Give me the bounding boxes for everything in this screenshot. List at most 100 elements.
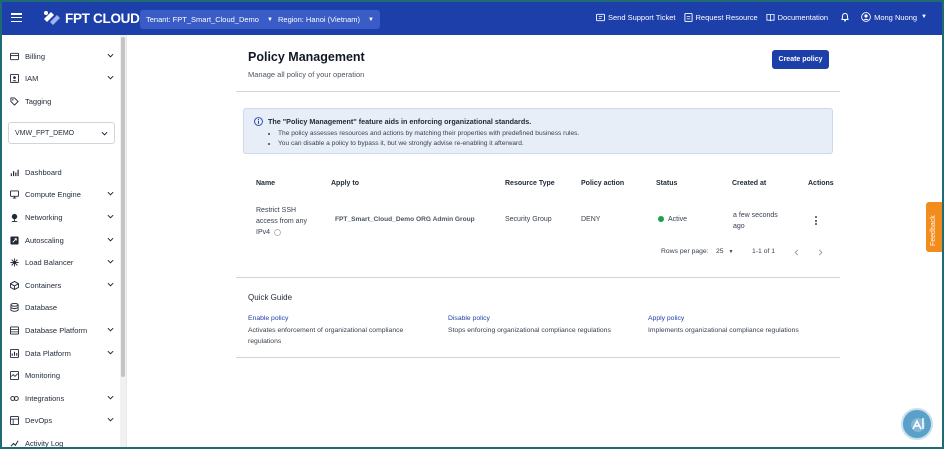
sidebar-item-label: Autoscaling	[25, 235, 64, 245]
status-text: Active	[668, 216, 688, 223]
sidebar-item-activity-log[interactable]: Activity Log	[10, 436, 114, 448]
menu-icon[interactable]	[11, 13, 22, 23]
apply-policy-desc: Implements organizational compliance reg…	[648, 327, 799, 334]
ticket-icon	[595, 13, 605, 21]
user-name: Mong Nuong	[874, 12, 918, 22]
info-title: The "Policy Management" feature aids in …	[268, 117, 532, 126]
integrations-icon	[10, 395, 19, 401]
info-bullet: You can disable a policy to bypass it, b…	[278, 139, 579, 149]
sidebar-item-label: Data Platform	[25, 348, 71, 358]
sidebar-item-networking[interactable]: Networking	[10, 210, 114, 224]
sidebar-item-label: Dashboard	[25, 167, 62, 177]
column-header-resource-type: Resource Type	[505, 180, 555, 187]
ai-assistant-icon	[911, 418, 925, 432]
sidebar-item-containers[interactable]: Containers	[10, 278, 114, 292]
sidebar-scrollbar[interactable]	[120, 35, 126, 447]
column-header-created-at: Created at	[732, 180, 767, 187]
autoscaling-icon	[10, 235, 19, 245]
compute-icon	[10, 189, 19, 199]
chevron-down-icon	[107, 259, 114, 264]
chevron-down-icon	[107, 327, 114, 332]
divider	[236, 91, 840, 92]
column-header-policy-action: Policy action	[581, 180, 625, 187]
database-icon	[10, 302, 19, 312]
chevron-down-icon	[107, 75, 114, 80]
load-balancer-icon	[10, 257, 19, 267]
more-actions-icon[interactable]	[814, 216, 818, 227]
sidebar-item-label: Tagging	[25, 96, 52, 106]
sidebar-item-billing[interactable]: Billing	[10, 49, 114, 63]
sidebar-item-iam[interactable]: IAM	[10, 71, 114, 85]
policy-action-cell: DENY	[581, 216, 601, 223]
header-links: Send Support Ticket Request Resource Doc…	[588, 12, 927, 22]
create-policy-button[interactable]: Create policy	[772, 50, 829, 69]
billing-icon	[10, 52, 19, 60]
iam-icon	[10, 73, 19, 83]
feedback-tab[interactable]: Feedback	[926, 202, 942, 252]
chevron-down-icon: ▼	[368, 16, 374, 23]
chevron-down-icon	[107, 350, 114, 355]
chevron-down-icon	[101, 131, 108, 136]
resource-type-cell: Security Group	[505, 216, 552, 223]
sidebar-item-tagging[interactable]: Tagging	[10, 94, 114, 108]
sidebar-item-monitoring[interactable]: Monitoring	[10, 368, 114, 382]
sidebar-item-autoscaling[interactable]: Autoscaling	[10, 233, 114, 247]
chevron-down-icon: ▼	[728, 249, 734, 255]
next-page-icon[interactable]	[817, 249, 824, 256]
database-platform-icon	[10, 325, 19, 335]
logo-text: FPT CLOUD	[65, 10, 140, 26]
chevron-down-icon	[107, 282, 114, 287]
sidebar-item-compute-engine[interactable]: Compute Engine	[10, 187, 114, 201]
sidebar-item-label: Database	[25, 302, 58, 312]
info-circle-icon[interactable]	[274, 228, 281, 236]
sidebar-item-label: Containers	[25, 280, 62, 290]
sidebar-item-dashboard[interactable]: Dashboard	[10, 165, 114, 179]
send-support-ticket-link[interactable]: Send Support Ticket	[595, 13, 676, 22]
tenant-select[interactable]: Tenant: FPT_Smart_Cloud_Demo ▼	[140, 10, 279, 29]
apply-policy-link[interactable]: Apply policy	[648, 315, 684, 322]
info-bullets: The policy assesses resources and action…	[278, 129, 579, 149]
policy-name[interactable]: Restrict SSH access from any IPv4	[256, 205, 316, 238]
sidebar-item-database-platform[interactable]: Database Platform	[10, 323, 114, 337]
rows-per-page-value: 25	[716, 248, 724, 255]
logo[interactable]: FPT CLOUD	[42, 10, 140, 26]
request-icon	[683, 12, 693, 22]
divider	[236, 277, 840, 278]
info-banner: The "Policy Management" feature aids in …	[243, 108, 833, 154]
column-header-status: Status	[656, 180, 678, 187]
sidebar-item-label: Activity Log	[25, 438, 64, 448]
vpc-select[interactable]: VMW_FPT_DEMO	[8, 122, 115, 144]
column-header-apply-to: Apply to	[331, 180, 359, 187]
region-select[interactable]: Region: Hanoi (Vietnam) ▼	[272, 10, 380, 29]
bell-icon	[841, 12, 849, 22]
ai-assistant-button[interactable]	[901, 408, 933, 440]
rows-per-page-select[interactable]: 25 ▼	[716, 248, 733, 255]
status-cell: Active	[658, 216, 687, 223]
notifications-button[interactable]	[840, 12, 853, 22]
column-header-name: Name	[256, 180, 276, 187]
request-resource-link[interactable]: Request Resource	[683, 12, 758, 22]
sidebar-item-database[interactable]: Database	[10, 300, 114, 314]
chevron-down-icon	[107, 237, 114, 242]
user-menu[interactable]: Mong Nuong ▼	[861, 12, 927, 22]
enable-policy-link[interactable]: Enable policy	[248, 315, 288, 322]
activity-log-icon	[10, 440, 19, 447]
sidebar-item-integrations[interactable]: Integrations	[10, 391, 114, 405]
sidebar-item-devops[interactable]: DevOps	[10, 413, 114, 427]
page-title: Policy Management	[248, 50, 365, 64]
disable-policy-link[interactable]: Disable policy	[448, 315, 490, 322]
network-icon	[11, 213, 18, 222]
policy-name-text: Restrict SSH access from any IPv4	[256, 207, 307, 236]
book-icon	[766, 13, 775, 21]
sidebar-scrollbar-thumb[interactable]	[121, 37, 125, 377]
disable-policy-desc: Stops enforcing organizational complianc…	[448, 327, 611, 334]
monitoring-icon	[10, 370, 19, 380]
sidebar-item-label: Database Platform	[25, 325, 88, 335]
documentation-link[interactable]: Documentation	[766, 13, 828, 22]
sidebar-item-load-balancer[interactable]: Load Balancer	[10, 255, 114, 269]
prev-page-icon[interactable]	[793, 249, 800, 256]
quick-guide-title: Quick Guide	[248, 293, 293, 302]
sidebar-item-data-platform[interactable]: Data Platform	[10, 346, 114, 360]
top-header: FPT CLOUD Tenant: FPT_Smart_Cloud_Demo ▼…	[2, 2, 942, 35]
status-dot-icon	[658, 216, 664, 223]
